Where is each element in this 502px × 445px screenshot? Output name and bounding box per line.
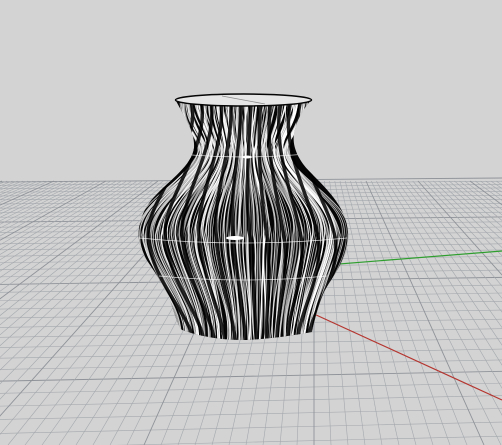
vase-highlight-upper bbox=[242, 155, 252, 159]
perspective-viewport[interactable] bbox=[0, 0, 502, 445]
vase-highlight-middle bbox=[226, 236, 244, 240]
viewport-canvas[interactable] bbox=[0, 0, 502, 445]
